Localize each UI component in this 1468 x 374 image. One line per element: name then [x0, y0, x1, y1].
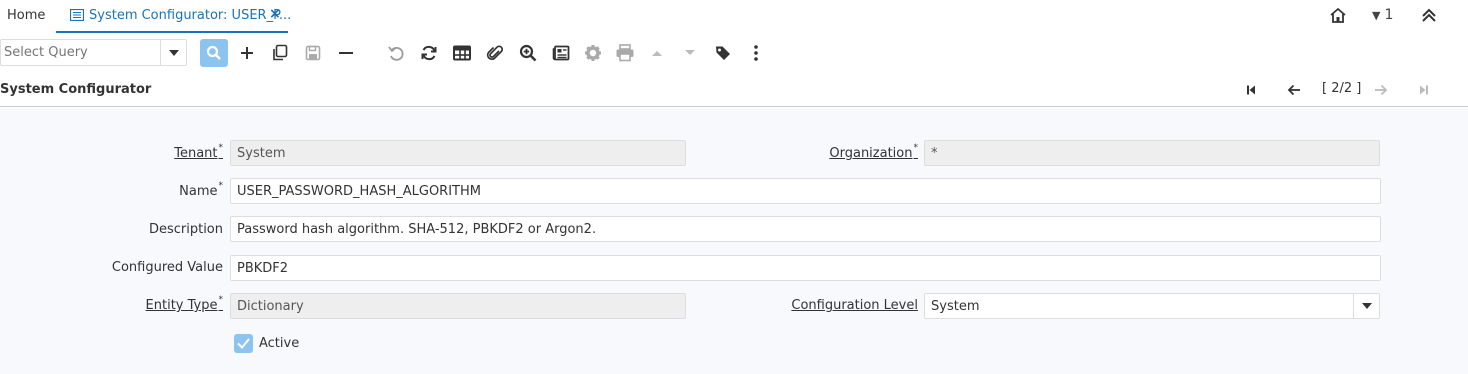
toolbar — [0, 33, 1468, 73]
arrow-right-icon — [1375, 84, 1388, 96]
toggle-grid-button[interactable] — [448, 39, 476, 67]
checkmark-icon — [237, 338, 250, 349]
configuration-level-label[interactable]: Configuration Level — [791, 298, 918, 313]
attachment-icon — [486, 45, 504, 61]
process-button[interactable] — [579, 39, 607, 67]
new-record-button[interactable] — [233, 39, 261, 67]
copy-record-button[interactable] — [266, 39, 294, 67]
chevron-down-icon[interactable] — [1353, 294, 1379, 318]
caret-up-icon — [652, 51, 662, 56]
name-label: Name* — [179, 181, 223, 199]
tag-icon — [716, 46, 730, 60]
notification-count: 1 — [1384, 7, 1394, 23]
report-button[interactable] — [547, 39, 575, 67]
search-button[interactable] — [200, 39, 228, 67]
first-record-button[interactable] — [1241, 80, 1261, 100]
save-icon — [305, 45, 321, 61]
tab-label: System Configurator: USER_P... — [89, 8, 292, 23]
first-record-icon — [1247, 85, 1255, 95]
report-icon — [552, 45, 570, 61]
page-title: System Configurator — [0, 82, 152, 97]
configured-value-label: Configured Value — [111, 260, 223, 275]
refresh-button[interactable] — [415, 39, 443, 67]
refresh-icon — [421, 45, 437, 61]
entity-type-label[interactable]: Entity Type* — [146, 295, 223, 313]
select-query-input[interactable] — [4, 45, 154, 60]
description-label: Description — [148, 222, 223, 237]
parent-record-button[interactable] — [643, 39, 671, 67]
configured-value-field[interactable]: PBKDF2 — [230, 255, 1381, 281]
tab-bar: Home System Configurator: USER_P... × ▼ 1 — [0, 0, 1468, 33]
active-label[interactable]: Active — [259, 336, 299, 351]
organization-label[interactable]: Organization* — [829, 143, 918, 161]
home-icon[interactable] — [1328, 6, 1348, 26]
undo-button[interactable] — [382, 39, 410, 67]
process-gear-icon — [585, 45, 601, 61]
window-header: System Configurator [ 2/2 ] — [0, 73, 1468, 107]
zoom-across-button[interactable] — [514, 39, 542, 67]
grid-toggle-icon — [453, 45, 471, 61]
detail-record-button[interactable] — [676, 39, 704, 67]
more-options-button[interactable] — [742, 39, 770, 67]
configuration-level-select[interactable]: System — [924, 293, 1380, 319]
undo-icon — [388, 46, 404, 61]
organization-field[interactable]: * — [924, 140, 1380, 166]
name-field[interactable]: USER_PASSWORD_HASH_ALGORITHM — [230, 178, 1381, 204]
tab-home[interactable]: Home — [7, 8, 45, 23]
record-position: [ 2/2 ] — [1322, 81, 1362, 96]
tenant-field[interactable]: System — [230, 140, 686, 166]
notifications-button[interactable]: ▼ 1 — [1372, 7, 1393, 23]
description-field[interactable]: Password hash algorithm. SHA-512, PBKDF2… — [230, 216, 1381, 242]
attachment-button[interactable] — [481, 39, 509, 67]
delete-button[interactable] — [332, 39, 360, 67]
tab-system-configurator[interactable]: System Configurator: USER_P... × — [56, 0, 292, 33]
select-query-combobox[interactable] — [0, 39, 187, 66]
more-icon — [754, 45, 758, 61]
entity-type-field[interactable]: Dictionary — [230, 293, 686, 319]
caret-down-icon: ▼ — [1372, 9, 1381, 22]
print-icon — [616, 44, 634, 62]
print-button[interactable] — [611, 39, 639, 67]
configuration-level-value: System — [931, 299, 980, 314]
previous-record-button[interactable] — [1284, 80, 1304, 100]
copy-icon — [273, 44, 288, 61]
chevron-down-icon[interactable] — [160, 40, 186, 65]
plus-icon — [241, 47, 253, 59]
save-button[interactable] — [299, 39, 327, 67]
last-record-icon — [1420, 85, 1428, 95]
last-record-button[interactable] — [1414, 80, 1434, 100]
minus-icon — [339, 52, 353, 54]
record-form: Tenant* System Organization* * Name* USE… — [0, 108, 1468, 374]
tag-button[interactable] — [709, 39, 737, 67]
document-list-icon — [70, 9, 84, 21]
zoom-across-icon — [519, 44, 537, 62]
collapse-up-icon[interactable] — [1420, 6, 1438, 26]
tenant-label[interactable]: Tenant* — [174, 143, 223, 161]
search-icon — [206, 45, 221, 60]
arrow-left-icon — [1287, 84, 1300, 96]
active-checkbox[interactable] — [234, 334, 253, 353]
caret-down-icon — [685, 50, 695, 55]
next-record-button[interactable] — [1371, 80, 1391, 100]
close-tab-icon[interactable]: × — [269, 6, 281, 22]
